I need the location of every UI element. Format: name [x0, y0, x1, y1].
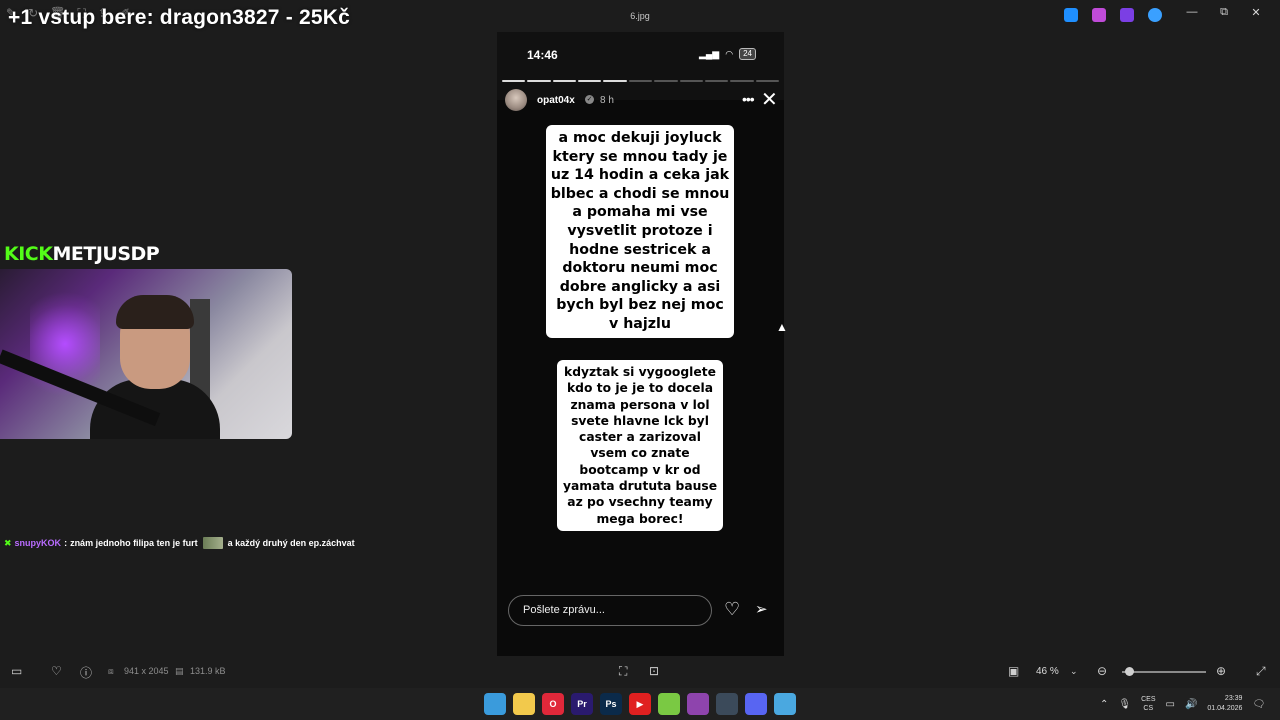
clock-date: 01.04.2026 [1207, 705, 1243, 712]
progress-segment [578, 80, 602, 82]
filmstrip-icon[interactable]: ▭ [11, 664, 22, 678]
notifications-icon[interactable]: 🗨 [1252, 699, 1265, 710]
zoom-in-icon[interactable]: ⊕ [1216, 664, 1226, 678]
twitch-icon[interactable] [687, 693, 709, 715]
mouse-cursor-icon: ▲ [776, 320, 788, 334]
photo-editor-icon[interactable] [1064, 8, 1078, 22]
language-bottom: CS [1143, 705, 1154, 712]
progress-segment [704, 80, 729, 82]
progress-segment [552, 80, 577, 82]
chat-username: snupyKOK [14, 538, 62, 548]
youtube-icon[interactable]: ▶ [629, 693, 651, 715]
info-icon[interactable]: ⓘ [80, 664, 92, 681]
windows-taskbar: O Pr Ps ▶ ⌃ 🎙 CES CS ▭ 🔊 23:39 01.04.2026 🗨 [0, 688, 1280, 720]
stream-title: +1 vstup bere: dragon3827 - 25Kč [8, 6, 350, 29]
window-controls: — ⧉ ✕ [1176, 6, 1272, 19]
progress-segment [603, 80, 627, 82]
taskbar-apps: O Pr Ps ▶ [484, 693, 796, 715]
steam-icon[interactable] [716, 693, 738, 715]
send-icon[interactable]: ➢ [755, 600, 768, 618]
kick-banner: KICKMETJUSDP [4, 243, 160, 265]
tray-overflow-icon[interactable]: ⌃ [1100, 699, 1108, 710]
progress-segment [730, 80, 754, 82]
language-top: CES [1141, 696, 1156, 703]
signal-icon: ▂▄▆ [699, 48, 720, 59]
windows-start-icon[interactable] [484, 693, 506, 715]
volume-icon[interactable]: 🔊 [1185, 699, 1197, 710]
progress-segment [502, 80, 526, 82]
screenshot-icon[interactable]: ▣ [1008, 664, 1019, 678]
system-tray: ⌃ 🎙 CES CS ▭ 🔊 23:39 01.04.2026 🗨 [1100, 688, 1265, 720]
chat-separator: : [64, 538, 68, 548]
network-icon[interactable]: ▭ [1166, 699, 1175, 710]
channel-name: METJUSDP [52, 243, 160, 265]
microphone-icon[interactable]: 🎙 [1118, 699, 1131, 710]
clock[interactable]: 23:39 01.04.2026 [1207, 694, 1242, 714]
heart-icon[interactable]: ♡ [724, 599, 740, 620]
progress-segment [654, 80, 678, 82]
verified-icon: ✓ [585, 95, 594, 104]
chat-badge-icon: ✖ [4, 537, 12, 548]
premiere-icon[interactable]: Pr [571, 693, 593, 715]
image-dimensions: 941 x 2045 [124, 666, 169, 676]
progress-segment [679, 80, 703, 82]
story-screenshot: 14:46 ▂▄▆ ◠ 24 opat04x ✓ 8 h ••• ✕ a moc… [497, 32, 784, 656]
story-username[interactable]: opat04x [537, 95, 575, 106]
actual-size-icon[interactable]: ⊡ [649, 664, 659, 678]
file-size: 131.9 kB [190, 666, 226, 676]
story-header: opat04x ✓ 8 h ••• ✕ [505, 87, 778, 112]
titlebar-app-icons [1064, 8, 1162, 22]
onedrive-icon[interactable] [1148, 8, 1162, 22]
clipchamp-icon[interactable] [1092, 8, 1106, 22]
zoom-dropdown-icon[interactable]: ⌄ [1070, 666, 1078, 677]
file-explorer-icon[interactable] [513, 693, 535, 715]
viewer-bottom-bar: ▭ ♡ ⓘ ⧈ 941 x 2045 ▤ 131.9 kB ⛶ ⊡ ▣ 46 %… [0, 656, 1280, 688]
wifi-icon: ◠ [725, 48, 734, 59]
favorite-icon[interactable]: ♡ [51, 664, 62, 678]
chat-text-a: znám jednoho filipa ten je furt [70, 538, 198, 548]
kick-logo: KICK [4, 243, 53, 265]
status-time: 14:46 [527, 48, 558, 62]
story-time: 8 h [600, 95, 614, 106]
battery-indicator: 24 [739, 48, 756, 60]
avatar[interactable] [505, 89, 527, 111]
zoom-level[interactable]: 46 % [1036, 666, 1059, 677]
progress-segment [527, 80, 551, 82]
status-icons: ▂▄▆ ◠ 24 [699, 48, 756, 60]
photoshop-icon[interactable]: Ps [600, 693, 622, 715]
android-icon[interactable] [658, 693, 680, 715]
progress-segment [628, 80, 653, 82]
more-options-icon[interactable]: ••• [742, 91, 755, 107]
reply-input[interactable]: Pošlete zprávu... [508, 595, 712, 626]
fullscreen-icon[interactable]: ⤢ [1256, 664, 1266, 679]
minimize-button[interactable]: — [1176, 6, 1208, 19]
language-indicator[interactable]: CES CS [1141, 695, 1155, 713]
chat-message: ✖ snupyKOK : znám jednoho filipa ten je … [4, 537, 355, 549]
webcam-person-hair [116, 295, 194, 329]
clock-time: 23:39 [1224, 695, 1243, 702]
progress-segment [755, 80, 779, 82]
dimensions-icon: ⧈ [108, 666, 114, 676]
zoom-slider-handle[interactable] [1125, 667, 1134, 676]
story-text-block-1: a moc dekuji joyluck ktery se mnou tady … [546, 125, 734, 338]
story-text-block-2: kdyztak si vygooglete kdo to je je to do… [557, 360, 723, 531]
discord-icon[interactable] [745, 693, 767, 715]
opera-icon[interactable]: O [542, 693, 564, 715]
maximize-button[interactable]: ⧉ [1208, 6, 1240, 19]
chat-text-b: a každý druhý den ep.záchvat [227, 538, 355, 548]
filesize-icon: ▤ [175, 666, 184, 676]
fit-icon[interactable]: ⛶ [619, 664, 627, 679]
chat-emote-icon [202, 537, 223, 549]
video-editor-icon[interactable] [1120, 8, 1134, 22]
close-window-button[interactable]: ✕ [1240, 6, 1272, 19]
webcam-feed [0, 269, 292, 439]
close-story-icon[interactable]: ✕ [761, 87, 778, 112]
story-progress [502, 80, 779, 82]
photos-icon[interactable] [774, 693, 796, 715]
zoom-slider[interactable] [1122, 671, 1206, 673]
zoom-out-icon[interactable]: ⊖ [1097, 664, 1107, 678]
